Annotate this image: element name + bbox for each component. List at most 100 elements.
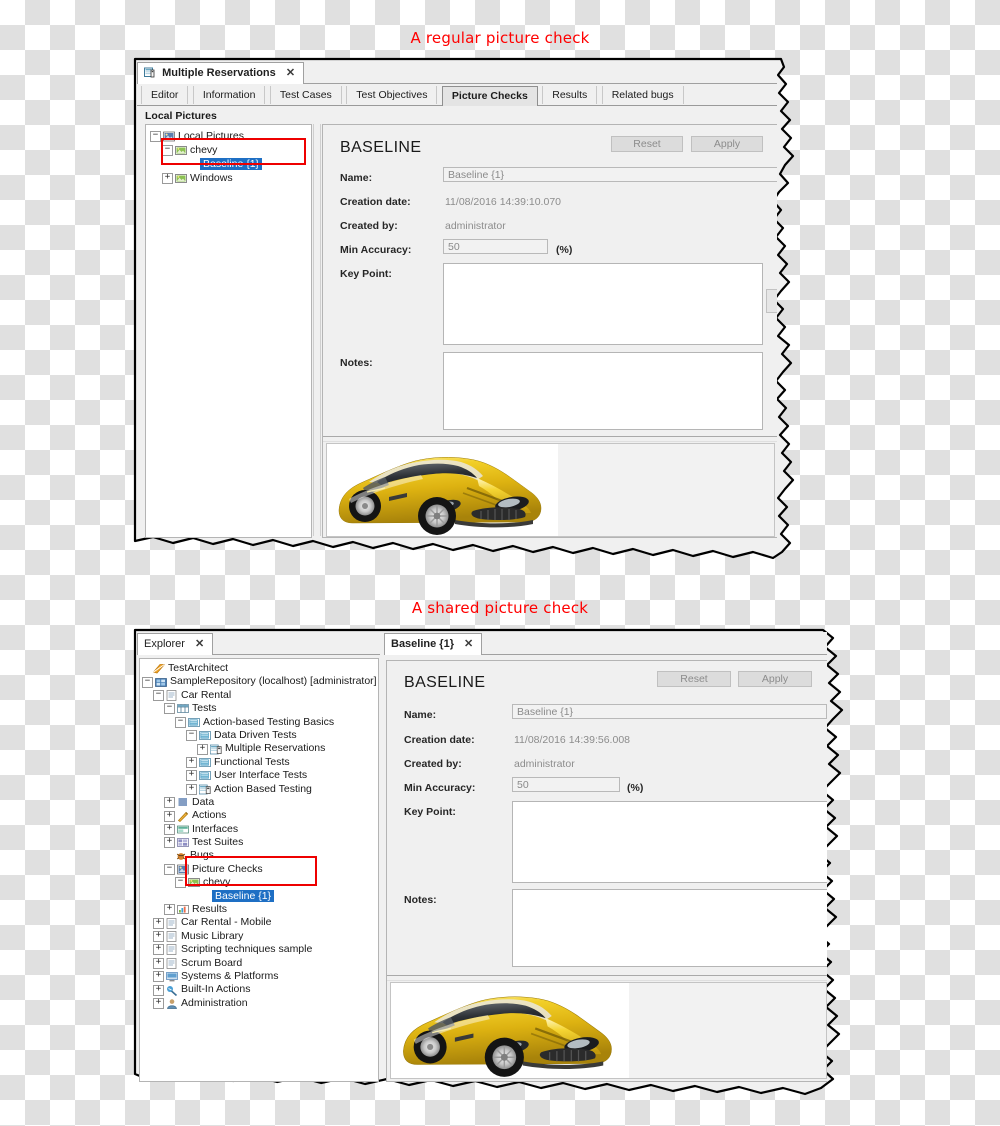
expand-icon[interactable]: + [197, 743, 208, 755]
tab-test-objectives[interactable]: Test Objectives [346, 86, 438, 104]
tab-results[interactable]: Results [542, 86, 598, 104]
window-tab-multiple-reservations[interactable]: Multiple Reservations ✕ [137, 62, 305, 84]
collapse-icon[interactable]: − [162, 144, 173, 156]
preview-splitter[interactable] [387, 975, 827, 981]
document-tab-baseline[interactable]: Baseline {1} ✕ [384, 633, 483, 655]
tree-item[interactable]: − Action-based Testing Basics [140, 716, 378, 729]
notes-field[interactable] [512, 889, 827, 967]
pictures-root-icon [163, 131, 175, 142]
collapse-icon[interactable]: − [150, 130, 161, 142]
picture-folder-icon [188, 877, 200, 888]
expand-icon[interactable]: + [153, 931, 164, 943]
collapse-icon[interactable]: − [186, 730, 197, 742]
test-module-icon [198, 784, 211, 795]
name-field[interactable]: Baseline {1} [443, 167, 777, 182]
tree-item-label: Baseline {1} [200, 158, 263, 171]
tree-item[interactable]: + Scrum Board [140, 957, 378, 970]
apply-button[interactable]: Apply [691, 136, 763, 152]
explorer-tab[interactable]: Explorer ✕ [137, 633, 214, 655]
tree-item[interactable]: + Windows [146, 171, 311, 185]
expand-icon[interactable]: + [186, 756, 197, 768]
collapse-icon[interactable]: − [142, 676, 153, 688]
form-scrollbar-thumb[interactable] [766, 289, 777, 313]
tab-editor[interactable]: Editor [141, 86, 189, 104]
tree-item[interactable]: − chevy [146, 143, 311, 157]
creation-date-label: Creation date: [404, 734, 475, 746]
tree-item[interactable]: + Actions [140, 809, 378, 822]
tree-item[interactable]: + Data [140, 796, 378, 809]
tree-item[interactable]: − Tests [140, 702, 378, 715]
key-point-field[interactable] [443, 263, 763, 345]
expand-icon[interactable]: + [153, 997, 164, 1009]
expand-icon[interactable]: + [153, 957, 164, 969]
tree-item[interactable]: Bugs [140, 849, 378, 862]
tree-item[interactable]: + Results [140, 903, 378, 916]
tree-item-label: Action-based Testing Basics [203, 715, 335, 728]
expand-icon[interactable]: + [153, 971, 164, 983]
tree-item[interactable]: + Car Rental - Mobile [140, 916, 378, 929]
apply-button[interactable]: Apply [738, 671, 812, 687]
reset-button[interactable]: Reset [611, 136, 683, 152]
expand-icon[interactable]: + [164, 904, 175, 916]
expand-icon[interactable]: + [153, 944, 164, 956]
tree-item[interactable]: − Local Pictures [146, 129, 311, 143]
panel-splitter[interactable] [313, 124, 321, 536]
explorer-pane: Explorer ✕ TestArchitect − SampleRepositor… [137, 632, 380, 1082]
tree-item[interactable]: + User Interface Tests [140, 769, 378, 782]
tree-item[interactable]: − Data Driven Tests [140, 729, 378, 742]
collapse-icon[interactable]: − [175, 877, 186, 889]
tab-related-bugs[interactable]: Related bugs [601, 86, 684, 104]
tree-item[interactable]: − Car Rental [140, 689, 378, 702]
local-pictures-tree[interactable]: − Local Pictures − chevy Baseline {1} + Window… [145, 124, 312, 538]
notes-field[interactable] [443, 352, 763, 430]
min-accuracy-field[interactable]: 50 [443, 239, 548, 254]
tree-item[interactable]: − SampleRepository (localhost) [administr… [140, 675, 378, 688]
tree-item[interactable]: + Scripting techniques sample [140, 943, 378, 956]
min-accuracy-field[interactable]: 50 [512, 777, 620, 792]
tree-item[interactable]: + Interfaces [140, 823, 378, 836]
expand-icon[interactable]: + [164, 810, 175, 822]
form-title: BASELINE [340, 139, 422, 156]
expand-icon[interactable]: + [164, 797, 175, 809]
tab-test-cases[interactable]: Test Cases [269, 86, 342, 104]
tree-item-label: Interfaces [192, 822, 239, 835]
close-icon[interactable]: ✕ [286, 67, 295, 79]
expand-icon[interactable]: + [153, 984, 164, 996]
tree-item[interactable]: − chevy [140, 876, 378, 889]
form-title: BASELINE [404, 674, 486, 691]
yellow-sports-car-image [327, 444, 558, 536]
tree-item[interactable]: TestArchitect [140, 662, 378, 675]
tree-item[interactable]: + Action Based Testing [140, 783, 378, 796]
reset-button[interactable]: Reset [657, 671, 731, 687]
project-icon [166, 917, 178, 929]
tree-item[interactable]: − Picture Checks [140, 863, 378, 876]
close-icon[interactable]: ✕ [195, 638, 204, 650]
collapse-icon[interactable]: − [175, 716, 186, 728]
collapse-icon[interactable]: − [164, 703, 175, 715]
tree-item[interactable]: + Functional Tests [140, 756, 378, 769]
tab-information[interactable]: Information [192, 86, 266, 104]
tree-item[interactable]: + Built-In Actions [140, 983, 378, 996]
expand-icon[interactable]: + [164, 823, 175, 835]
tree-item[interactable]: Baseline {1} [140, 889, 378, 903]
tree-item[interactable]: + Systems & Platforms [140, 970, 378, 983]
tree-item[interactable]: Baseline {1} [146, 157, 311, 171]
tree-item[interactable]: + Music Library [140, 930, 378, 943]
expand-icon[interactable]: + [164, 837, 175, 849]
tree-item[interactable]: + Test Suites [140, 836, 378, 849]
name-field[interactable]: Baseline {1} [512, 704, 827, 719]
tree-item[interactable]: + Multiple Reservations [140, 742, 378, 755]
collapse-icon[interactable]: − [153, 689, 164, 701]
key-point-field[interactable] [512, 801, 827, 883]
repository-explorer-tree[interactable]: TestArchitect − SampleRepository (localhos… [139, 658, 379, 1082]
picture-preview-canvas [391, 983, 629, 1078]
expand-icon[interactable]: + [186, 783, 197, 795]
expand-icon[interactable]: + [162, 172, 173, 184]
expand-icon[interactable]: + [186, 770, 197, 782]
expand-icon[interactable]: + [153, 917, 164, 929]
collapse-icon[interactable]: − [164, 864, 175, 876]
tab-picture-checks[interactable]: Picture Checks [441, 86, 538, 106]
tree-item[interactable]: + Administration [140, 997, 378, 1010]
preview-splitter[interactable] [323, 436, 777, 442]
close-icon[interactable]: ✕ [464, 638, 473, 650]
